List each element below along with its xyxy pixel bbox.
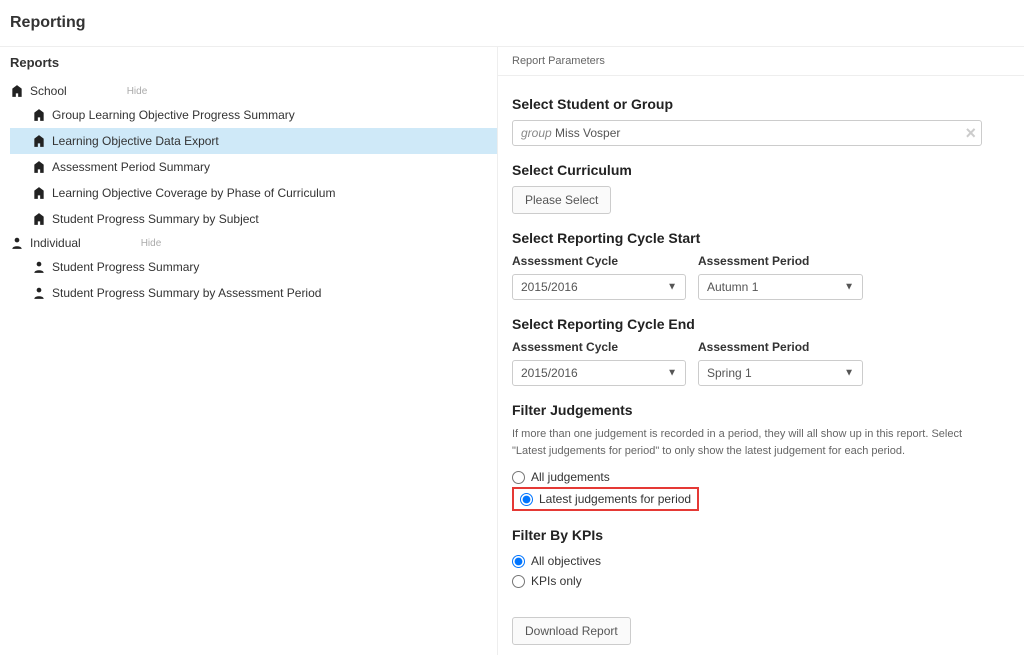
sidebar-heading: Reports <box>8 47 497 80</box>
tree-item[interactable]: Student Progress Summary <box>10 254 497 280</box>
label-student-group: Select Student or Group <box>512 96 1010 112</box>
select-cycle-start-cycle-value: 2015/2016 <box>521 280 578 294</box>
student-group-input[interactable]: group Miss Vosper × <box>512 120 982 146</box>
building-icon <box>32 186 46 200</box>
help-filter-judgements: If more than one judgement is recorded i… <box>512 426 982 459</box>
params-body: Select Student or Group group Miss Vospe… <box>498 76 1024 655</box>
chevron-down-icon: ▼ <box>844 282 854 293</box>
section-cycle-start: Select Reporting Cycle Start Assessment … <box>512 230 1010 300</box>
tree-item[interactable]: Student Progress Summary by Assessment P… <box>10 280 497 306</box>
tree-item[interactable]: Learning Objective Data Export <box>10 128 497 154</box>
chevron-down-icon: ▼ <box>667 282 677 293</box>
radio-all-judgements-label: All judgements <box>531 470 610 484</box>
radio-latest-judgements-input[interactable] <box>520 493 533 506</box>
label-curriculum: Select Curriculum <box>512 162 1010 178</box>
label-cycle-end-cycle: Assessment Cycle <box>512 340 686 354</box>
tree-group-label: School <box>24 84 67 98</box>
student-group-value: Miss Vosper <box>555 126 620 140</box>
tree-item[interactable]: Group Learning Objective Progress Summar… <box>10 102 497 128</box>
radio-all-objectives[interactable]: All objectives <box>512 551 601 571</box>
label-filter-kpis: Filter By KPIs <box>512 527 1010 543</box>
tree-item-label: Learning Objective Data Export <box>46 134 219 148</box>
radio-kpis-only[interactable]: KPIs only <box>512 571 582 591</box>
radio-kpis-only-label: KPIs only <box>531 574 582 588</box>
select-cycle-start-cycle[interactable]: 2015/2016 ▼ <box>512 274 686 300</box>
select-cycle-start-period[interactable]: Autumn 1 ▼ <box>698 274 863 300</box>
clear-icon[interactable]: × <box>965 124 976 142</box>
tree-group-label: Individual <box>24 236 81 250</box>
section-curriculum: Select Curriculum Please Select <box>512 162 1010 214</box>
select-cycle-start-period-value: Autumn 1 <box>707 280 758 294</box>
radio-all-judgements-input[interactable] <box>512 471 525 484</box>
tree-group-hide[interactable]: Hide <box>81 238 162 249</box>
report-parameters-panel: Report Parameters Select Student or Grou… <box>497 46 1024 655</box>
person-icon <box>32 260 46 274</box>
building-icon <box>10 84 24 98</box>
person-icon <box>32 286 46 300</box>
person-icon <box>10 236 24 250</box>
tree-item[interactable]: Assessment Period Summary <box>10 154 497 180</box>
student-group-prefix: group <box>521 126 552 140</box>
label-cycle-start-period: Assessment Period <box>698 254 863 268</box>
tree-item-label: Student Progress Summary by Subject <box>46 212 259 226</box>
section-filter-judgements: Filter Judgements If more than one judge… <box>512 402 1010 511</box>
tree-item-label: Assessment Period Summary <box>46 160 210 174</box>
radio-all-judgements[interactable]: All judgements <box>512 467 610 487</box>
section-student-group: Select Student or Group group Miss Vospe… <box>512 96 1010 146</box>
section-filter-kpis: Filter By KPIs All objectives KPIs only <box>512 527 1010 591</box>
tree-item-label: Group Learning Objective Progress Summar… <box>46 108 295 122</box>
chevron-down-icon: ▼ <box>667 368 677 379</box>
select-cycle-end-period-value: Spring 1 <box>707 366 752 380</box>
label-cycle-end-period: Assessment Period <box>698 340 863 354</box>
tree-group: SchoolHide Group Learning Objective Progr… <box>8 80 497 232</box>
label-filter-judgements: Filter Judgements <box>512 402 1010 418</box>
tree-item[interactable]: Learning Objective Coverage by Phase of … <box>10 180 497 206</box>
tree-item-label: Student Progress Summary <box>46 260 199 274</box>
radio-latest-judgements-label: Latest judgements for period <box>539 492 691 506</box>
tree-group-header[interactable]: SchoolHide <box>10 80 497 102</box>
select-cycle-end-cycle[interactable]: 2015/2016 ▼ <box>512 360 686 386</box>
radio-latest-judgements[interactable]: Latest judgements for period <box>512 487 699 511</box>
select-cycle-end-cycle-value: 2015/2016 <box>521 366 578 380</box>
label-cycle-start: Select Reporting Cycle Start <box>512 230 1010 246</box>
label-cycle-start-cycle: Assessment Cycle <box>512 254 686 268</box>
params-header: Report Parameters <box>498 47 1024 76</box>
please-select-button[interactable]: Please Select <box>512 186 611 214</box>
tree-item-label: Learning Objective Coverage by Phase of … <box>46 186 335 200</box>
tree-item-label: Student Progress Summary by Assessment P… <box>46 286 321 300</box>
radio-all-objectives-label: All objectives <box>531 554 601 568</box>
building-icon <box>32 160 46 174</box>
building-icon <box>32 212 46 226</box>
tree-item[interactable]: Student Progress Summary by Subject <box>10 206 497 232</box>
radio-all-objectives-input[interactable] <box>512 555 525 568</box>
tree-group-hide[interactable]: Hide <box>67 86 148 97</box>
section-cycle-end: Select Reporting Cycle End Assessment Cy… <box>512 316 1010 386</box>
download-report-button[interactable]: Download Report <box>512 617 631 645</box>
select-cycle-end-period[interactable]: Spring 1 ▼ <box>698 360 863 386</box>
sidebar: Reports SchoolHideGroup Learning Objecti… <box>0 46 497 655</box>
page-title: Reporting <box>0 0 1024 46</box>
building-icon <box>32 134 46 148</box>
radio-kpis-only-input[interactable] <box>512 575 525 588</box>
main-layout: Reports SchoolHideGroup Learning Objecti… <box>0 46 1024 655</box>
chevron-down-icon: ▼ <box>844 368 854 379</box>
tree-group: IndividualHide Student Progress Summary St… <box>8 232 497 306</box>
building-icon <box>32 108 46 122</box>
tree-group-header[interactable]: IndividualHide <box>10 232 497 254</box>
report-tree: SchoolHideGroup Learning Objective Progr… <box>8 80 497 306</box>
label-cycle-end: Select Reporting Cycle End <box>512 316 1010 332</box>
